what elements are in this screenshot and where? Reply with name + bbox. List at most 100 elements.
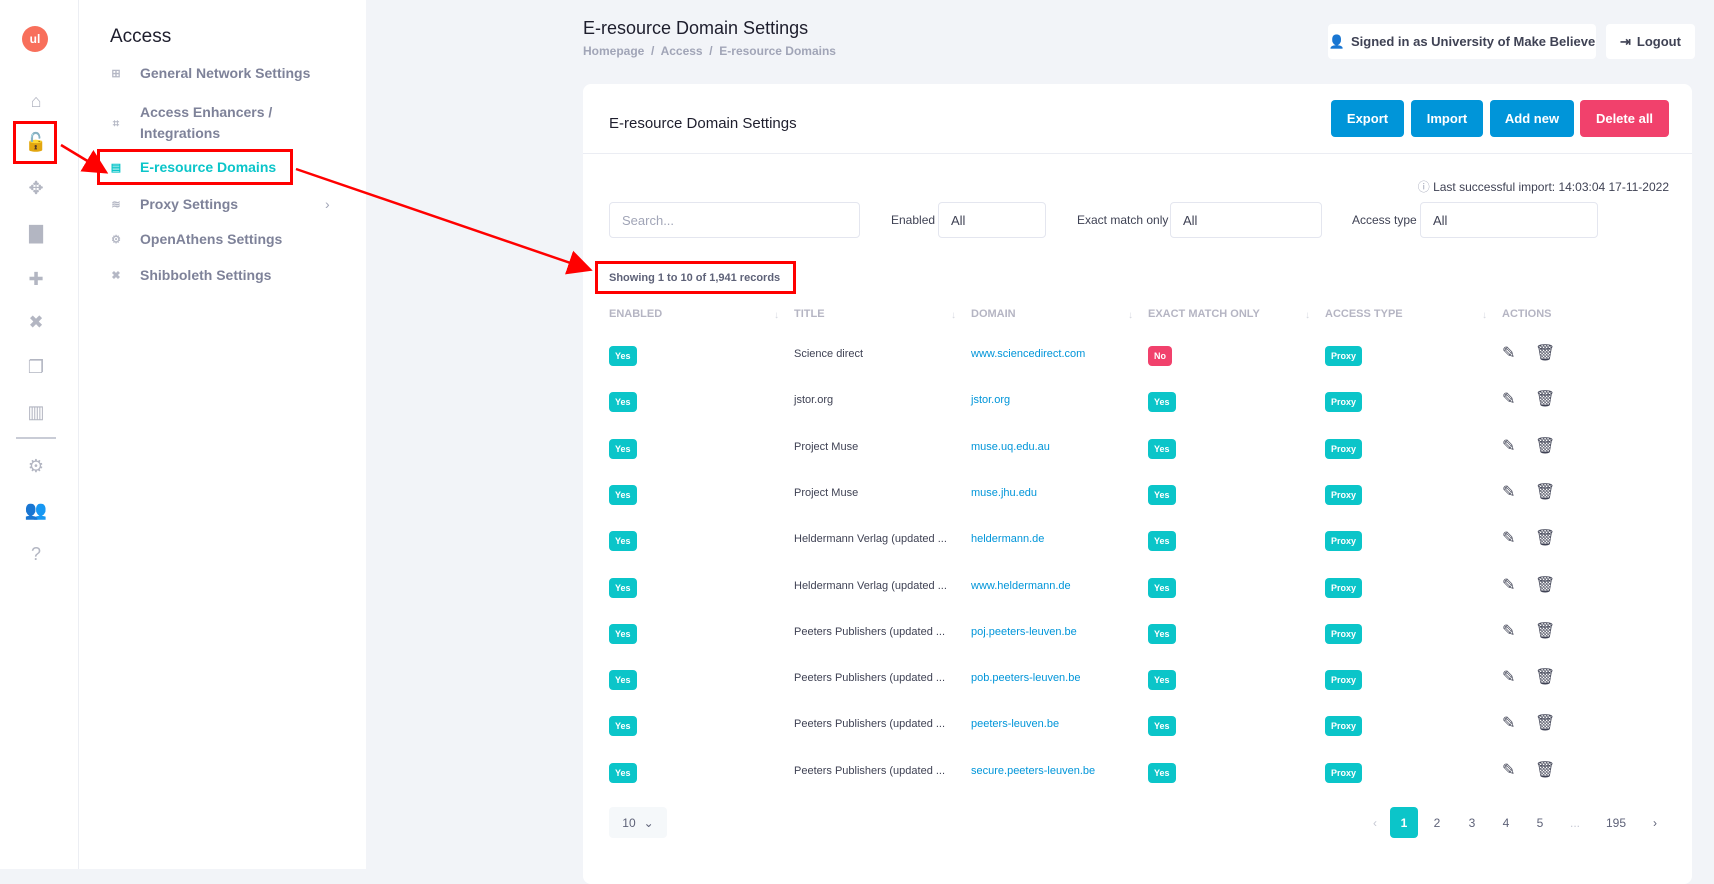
trash-icon[interactable]: 🗑 [1535, 389, 1555, 409]
domain-link[interactable]: secure.peeters-leuven.be [971, 765, 1095, 777]
edit-icon[interactable]: ✎ [1502, 482, 1515, 502]
edit-icon[interactable]: ✎ [1502, 343, 1515, 363]
tools-icon[interactable]: ✖ [24, 310, 48, 334]
domain-link[interactable]: peeters-leuven.be [971, 718, 1059, 730]
puzzle-icon[interactable]: ✚ [24, 267, 48, 291]
home-icon[interactable]: ⌂ [24, 89, 48, 113]
next-page-button[interactable]: › [1641, 807, 1669, 838]
edit-icon[interactable]: ✎ [1502, 436, 1515, 456]
domain-link[interactable]: pob.peeters-leuven.be [971, 672, 1080, 684]
delete-all-button[interactable]: Delete all [1580, 100, 1669, 137]
domain-link[interactable]: muse.uq.edu.au [971, 441, 1050, 453]
last-import-note: ⓘ Last successful import: 14:03:04 17-11… [1417, 180, 1669, 194]
sort-icon[interactable]: ↓ [1482, 310, 1487, 321]
title-cell: Peeters Publishers (updated ... [794, 625, 946, 638]
prev-page-button[interactable]: ‹ [1361, 807, 1389, 838]
column-header[interactable]: EXACT MATCH ONLY [1148, 308, 1260, 320]
table-row: Yes Peeters Publishers (updated ... secure… [583, 760, 1692, 793]
enabled-badge: Yes [609, 438, 637, 459]
access-type-select[interactable]: All [1420, 202, 1598, 238]
exact-match-select[interactable]: All [1170, 202, 1322, 238]
trash-icon[interactable]: 🗑 [1535, 621, 1555, 641]
domain-link[interactable]: www.heldermann.de [971, 580, 1071, 592]
import-button[interactable]: Import [1411, 100, 1483, 137]
page-3-button[interactable]: 3 [1458, 807, 1486, 838]
column-header[interactable]: TITLE [794, 308, 825, 320]
sidebar-item-access-enhancers[interactable]: ⌗ Access Enhancers / Integrations [110, 102, 272, 144]
table-row: Yes Peeters Publishers (updated ... poj.pe… [583, 621, 1692, 654]
trash-icon[interactable]: 🗑 [1535, 482, 1555, 502]
sort-icon[interactable]: ↓ [951, 310, 956, 321]
status-badge: Proxy [1325, 670, 1363, 691]
domain-link[interactable]: poj.peeters-leuven.be [971, 626, 1077, 638]
column-header[interactable]: ACTIONS [1502, 308, 1552, 320]
status-badge: Yes [1148, 484, 1176, 505]
column-header[interactable]: ACCESS TYPE [1325, 308, 1403, 320]
column-header[interactable]: DOMAIN [971, 308, 1016, 320]
copy-icon[interactable]: ❐ [24, 355, 48, 379]
trash-icon[interactable]: 🗑 [1535, 528, 1555, 548]
network-icon: ⊞ [111, 68, 121, 80]
rail-divider [16, 437, 56, 439]
status-badge: Yes [609, 531, 637, 552]
add-new-button[interactable]: Add new [1490, 100, 1574, 137]
exact-match-badge: Yes [1148, 577, 1176, 598]
arrows-move-icon[interactable]: ✥ [24, 176, 48, 200]
signed-in-button[interactable]: 👤 Signed in as University of Make Believe [1328, 24, 1596, 59]
column-header[interactable]: ENABLED [609, 308, 662, 320]
app-logo[interactable]: ul [22, 26, 48, 52]
chart-icon[interactable]: ▥ [24, 400, 48, 424]
breadcrumb[interactable]: Homepage / Access / E-resource Domains [583, 44, 836, 58]
export-button[interactable]: Export [1331, 100, 1404, 137]
exact-match-badge: Yes [1148, 670, 1176, 691]
access-type-badge: Proxy [1325, 484, 1363, 505]
chevron-right-icon[interactable]: › [325, 196, 330, 212]
per-page-select[interactable]: 10 ⌄ [609, 807, 667, 838]
logout-button[interactable]: ⇥ Logout [1606, 24, 1695, 59]
access-type-label: Access type [1352, 213, 1417, 227]
page-last-button[interactable]: 195 [1598, 807, 1634, 838]
trash-icon[interactable]: 🗑 [1535, 667, 1555, 687]
edit-icon[interactable]: ✎ [1502, 528, 1515, 548]
domains-card: E-resource Domain Settings Export Import… [583, 84, 1692, 884]
domain-link[interactable]: jstor.org [971, 394, 1010, 406]
sort-icon[interactable]: ↓ [774, 310, 779, 321]
page-4-button[interactable]: 4 [1492, 807, 1520, 838]
comment-icon[interactable]: ▇ [24, 221, 48, 245]
gear-icon[interactable]: ⚙ [24, 454, 48, 478]
enabled-select[interactable]: All [938, 202, 1046, 238]
domain-link[interactable]: www.sciencedirect.com [971, 348, 1085, 360]
sort-icon[interactable]: ↓ [1128, 310, 1133, 321]
user-icon: 👤 [1328, 33, 1345, 49]
sidebar-item-general-network[interactable]: ⊞ General Network Settings [110, 65, 310, 81]
page-2-button[interactable]: 2 [1423, 807, 1451, 838]
page-5-button[interactable]: 5 [1526, 807, 1554, 838]
domain-link[interactable]: heldermann.de [971, 533, 1044, 545]
edit-icon[interactable]: ✎ [1502, 389, 1515, 409]
trash-icon[interactable]: 🗑 [1535, 436, 1555, 456]
search-input[interactable]: Search... [609, 202, 860, 238]
sidebar-item-proxy-settings[interactable]: ≋ Proxy Settings [110, 196, 238, 212]
trash-icon[interactable]: 🗑 [1535, 713, 1555, 733]
sort-icon[interactable]: ↓ [1305, 310, 1310, 321]
page-1-button[interactable]: 1 [1390, 807, 1418, 838]
exact-match-badge: No [1148, 346, 1172, 366]
edit-icon[interactable]: ✎ [1502, 575, 1515, 595]
edit-icon[interactable]: ✎ [1502, 760, 1515, 780]
sidebar-item-shibboleth[interactable]: ✖ Shibboleth Settings [110, 267, 271, 283]
sidebar-item-openathens[interactable]: ⚙ OpenAthens Settings [110, 231, 282, 247]
trash-icon[interactable]: 🗑 [1535, 575, 1555, 595]
trash-icon[interactable]: 🗑 [1535, 760, 1555, 780]
exact-match-label: Exact match only [1077, 213, 1169, 227]
edit-icon[interactable]: ✎ [1502, 713, 1515, 733]
domain-link[interactable]: muse.jhu.edu [971, 487, 1037, 499]
edit-icon[interactable]: ✎ [1502, 667, 1515, 687]
database-icon: ≋ [111, 199, 121, 211]
edit-icon[interactable]: ✎ [1502, 621, 1515, 641]
users-icon[interactable]: 👥 [24, 498, 48, 522]
status-badge: Proxy [1325, 438, 1363, 459]
table-row: Yes Peeters Publishers (updated ... peeter… [583, 713, 1692, 746]
trash-icon[interactable]: 🗑 [1535, 343, 1555, 363]
help-icon[interactable]: ? [24, 542, 48, 566]
status-badge: Yes [1148, 762, 1176, 783]
